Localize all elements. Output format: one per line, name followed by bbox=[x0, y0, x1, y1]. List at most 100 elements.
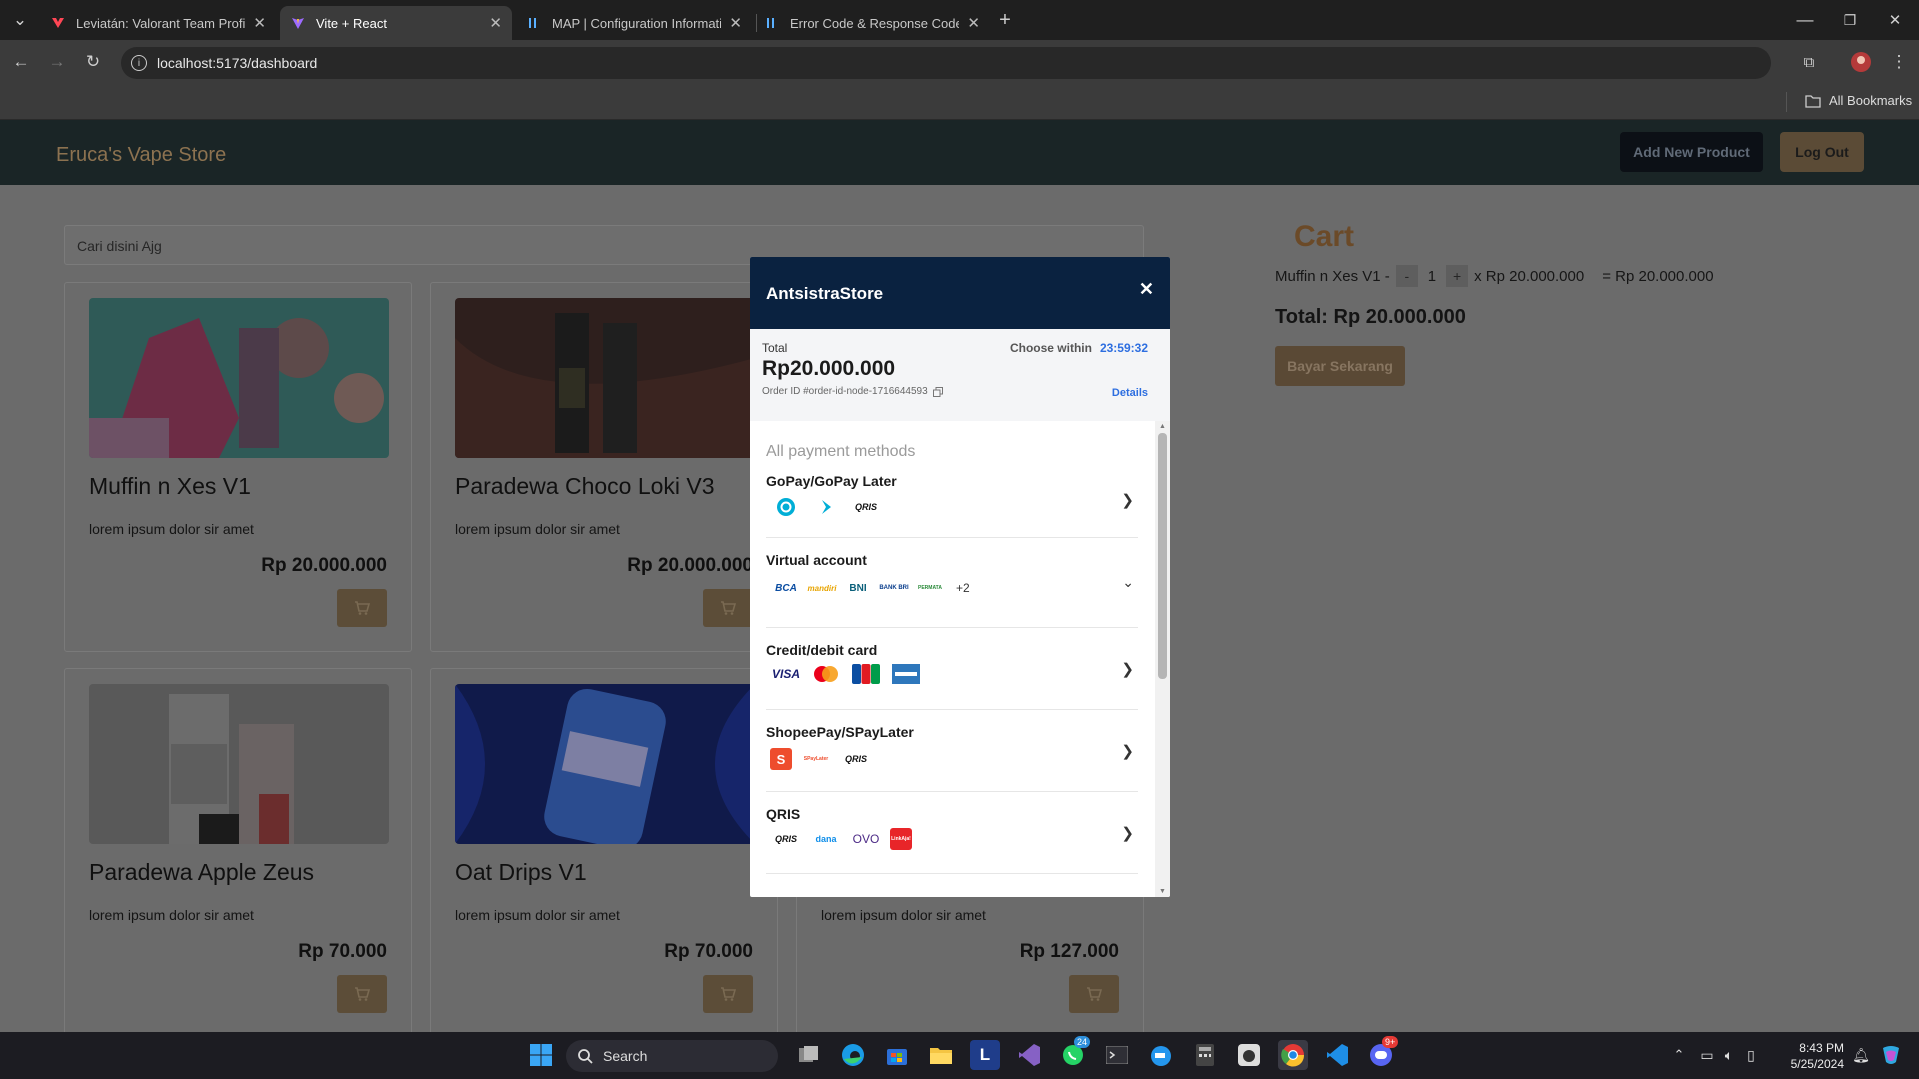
payment-summary: Total Rp20.000.000 Order ID #order-id-no… bbox=[750, 329, 1170, 421]
store-icon[interactable] bbox=[882, 1040, 912, 1070]
chevron-right-icon: ❯ bbox=[1121, 743, 1134, 760]
close-tab-icon[interactable]: ✕ bbox=[967, 14, 980, 32]
edge-icon[interactable] bbox=[838, 1040, 868, 1070]
total-amount: Rp20.000.000 bbox=[762, 357, 896, 380]
countdown-row: Choose within 23:59:32 bbox=[1010, 341, 1148, 355]
close-icon[interactable]: ✕ bbox=[1139, 279, 1154, 300]
profile-avatar-icon[interactable] bbox=[1849, 50, 1873, 74]
payment-method-list: All payment methods GoPay/GoPay Later QR… bbox=[750, 421, 1155, 897]
vscode-icon[interactable] bbox=[1322, 1040, 1352, 1070]
add-new-product-button[interactable]: Add New Product bbox=[1620, 132, 1763, 172]
copilot-icon[interactable] bbox=[1876, 1040, 1906, 1070]
minimize-window-icon[interactable]: — bbox=[1793, 8, 1817, 32]
battery-icon[interactable]: ▯ bbox=[1736, 1040, 1766, 1070]
reload-icon[interactable]: ↻ bbox=[81, 50, 105, 74]
add-to-cart-button[interactable] bbox=[1069, 975, 1119, 1013]
bri-logo-icon: BANK BRI bbox=[879, 585, 909, 591]
store-brand[interactable]: Eruca's Vape Store bbox=[56, 144, 226, 167]
browser-menu-icon[interactable]: ⋮ bbox=[1887, 50, 1911, 74]
clock-time: 8:43 PM bbox=[1799, 1041, 1844, 1055]
payment-method-gopay[interactable]: GoPay/GoPay Later QRIS ❯ bbox=[766, 473, 1138, 538]
search-label: Search bbox=[603, 1048, 648, 1064]
product-card: Muffin n Xes V1 lorem ipsum dolor sir am… bbox=[64, 282, 412, 652]
taskbar-search-box[interactable]: Search bbox=[566, 1040, 778, 1072]
payment-method-qris[interactable]: QRIS QRIS dana OVO LinkAja! ❯ bbox=[766, 806, 1138, 874]
discord-icon[interactable]: 9+ bbox=[1366, 1036, 1399, 1070]
close-tab-icon[interactable]: ✕ bbox=[253, 14, 266, 32]
all-bookmarks-button[interactable]: All Bookmarks bbox=[1805, 93, 1912, 108]
order-id-row: Order ID #order-id-node-1716644593 bbox=[762, 386, 943, 397]
clock[interactable]: 8:43 PM 5/25/2024 bbox=[1772, 1040, 1844, 1072]
scrollbar-thumb[interactable] bbox=[1158, 433, 1167, 679]
spaylater-logo-icon: SPayLater bbox=[803, 756, 829, 762]
copy-icon[interactable] bbox=[932, 386, 943, 397]
tab-map-config[interactable]: MAP | Configuration Informatio ✕ bbox=[516, 6, 752, 40]
cart-icon bbox=[1086, 987, 1102, 1001]
calculator-icon[interactable] bbox=[1190, 1040, 1220, 1070]
merchant-name: AntsistraStore bbox=[766, 284, 884, 303]
address-bar[interactable]: i localhost:5173/dashboard bbox=[121, 47, 1771, 79]
new-tab-icon[interactable]: + bbox=[993, 8, 1017, 32]
chevron-right-icon: ❯ bbox=[1121, 492, 1134, 509]
logout-button[interactable]: Log Out bbox=[1780, 132, 1864, 172]
tab-leviatan[interactable]: Leviatán: Valorant Team Profile ✕ bbox=[40, 6, 276, 40]
decrease-qty-button[interactable]: - bbox=[1395, 265, 1418, 287]
task-view-icon[interactable] bbox=[794, 1040, 824, 1070]
close-tab-icon[interactable]: ✕ bbox=[729, 14, 742, 32]
chrome-icon[interactable] bbox=[1278, 1040, 1308, 1070]
cart-icon bbox=[720, 601, 736, 615]
forward-icon[interactable]: → bbox=[45, 50, 69, 74]
docker-icon[interactable] bbox=[1146, 1040, 1176, 1070]
file-explorer-icon[interactable] bbox=[926, 1040, 956, 1070]
cart-item-qty: 1 bbox=[1427, 267, 1437, 285]
close-tab-icon[interactable]: ✕ bbox=[489, 14, 502, 32]
product-card: Paradewa Apple Zeus lorem ipsum dolor si… bbox=[64, 668, 412, 1032]
terminal-icon[interactable] bbox=[1102, 1040, 1132, 1070]
tab-title: Vite + React bbox=[316, 15, 387, 31]
add-to-cart-button[interactable] bbox=[337, 589, 387, 627]
cart-item-unit-price: x Rp 20.000.000 bbox=[1474, 267, 1585, 285]
visual-studio-icon[interactable] bbox=[1014, 1040, 1044, 1070]
restore-window-icon[interactable]: ❐ bbox=[1838, 8, 1862, 32]
vite-favicon-icon bbox=[290, 15, 306, 31]
all-bookmarks-label: All Bookmarks bbox=[1829, 93, 1913, 108]
add-to-cart-button[interactable] bbox=[337, 975, 387, 1013]
notification-bell-icon[interactable]: 🔔︎ bbox=[1846, 1040, 1876, 1070]
back-icon[interactable]: ← bbox=[9, 50, 33, 74]
site-info-icon[interactable]: i bbox=[131, 55, 147, 71]
extensions-icon[interactable]: ⧉ bbox=[1797, 50, 1821, 74]
choose-within-label: Choose within bbox=[1009, 341, 1092, 355]
modal-scrollbar[interactable]: ▲ ▼ bbox=[1155, 421, 1170, 897]
start-button-icon[interactable] bbox=[526, 1040, 556, 1070]
add-to-cart-button[interactable] bbox=[703, 975, 753, 1013]
browser-tab-strip: ⌄ Leviatán: Valorant Team Profile ✕ Vite… bbox=[0, 0, 1919, 40]
method-title: QRIS bbox=[766, 806, 801, 822]
whatsapp-icon[interactable]: 24 bbox=[1058, 1036, 1091, 1070]
details-link[interactable]: Details bbox=[1112, 387, 1148, 399]
payment-method-shopeepay[interactable]: ShopeePay/SPayLater S SPayLater QRIS ❯ bbox=[766, 724, 1138, 792]
cart-item-name: Muffin n Xes V1 - bbox=[1275, 267, 1390, 285]
product-name: Oat Drips V1 bbox=[455, 859, 587, 885]
tab-search-icon[interactable]: ⌄ bbox=[8, 8, 32, 32]
tray-overflow-icon[interactable]: ⌃ bbox=[1664, 1040, 1694, 1070]
add-to-cart-button[interactable] bbox=[703, 589, 753, 627]
close-window-icon[interactable]: ✕ bbox=[1883, 8, 1907, 32]
cat-app-icon[interactable] bbox=[1234, 1040, 1264, 1070]
payment-method-virtual-account[interactable]: Virtual account BCA mandiri BNI BANK BRI… bbox=[766, 552, 1138, 628]
tab-error-code[interactable]: Error Code & Response Code ✕ bbox=[754, 6, 990, 40]
windows-taskbar: Search L 24 9+ ⌃ ▭ 🔈︎ ▯ 8:43 PM 5/25/202… bbox=[0, 1032, 1919, 1079]
method-title: ShopeePay/SPayLater bbox=[766, 724, 914, 740]
tab-vite-react[interactable]: Vite + React ✕ bbox=[280, 6, 512, 40]
l-app-icon[interactable]: L bbox=[970, 1040, 1000, 1070]
pay-now-button[interactable]: Bayar Sekarang bbox=[1275, 346, 1405, 386]
cart-icon bbox=[720, 987, 736, 1001]
cart-icon bbox=[354, 601, 370, 615]
increase-qty-button[interactable]: + bbox=[1446, 265, 1469, 287]
product-desc: lorem ipsum dolor sir amet bbox=[455, 521, 620, 537]
product-price: Rp 70.000 bbox=[664, 941, 753, 962]
product-name: Paradewa Apple Zeus bbox=[89, 859, 315, 885]
payment-method-card[interactable]: Credit/debit card VISA ❯ bbox=[766, 642, 1138, 710]
product-desc: lorem ipsum dolor sir amet bbox=[455, 907, 620, 923]
payment-modal: AntsistraStore ✕ Total Rp20.000.000 Orde… bbox=[750, 257, 1170, 897]
product-price: Rp 70.000 bbox=[298, 941, 387, 962]
